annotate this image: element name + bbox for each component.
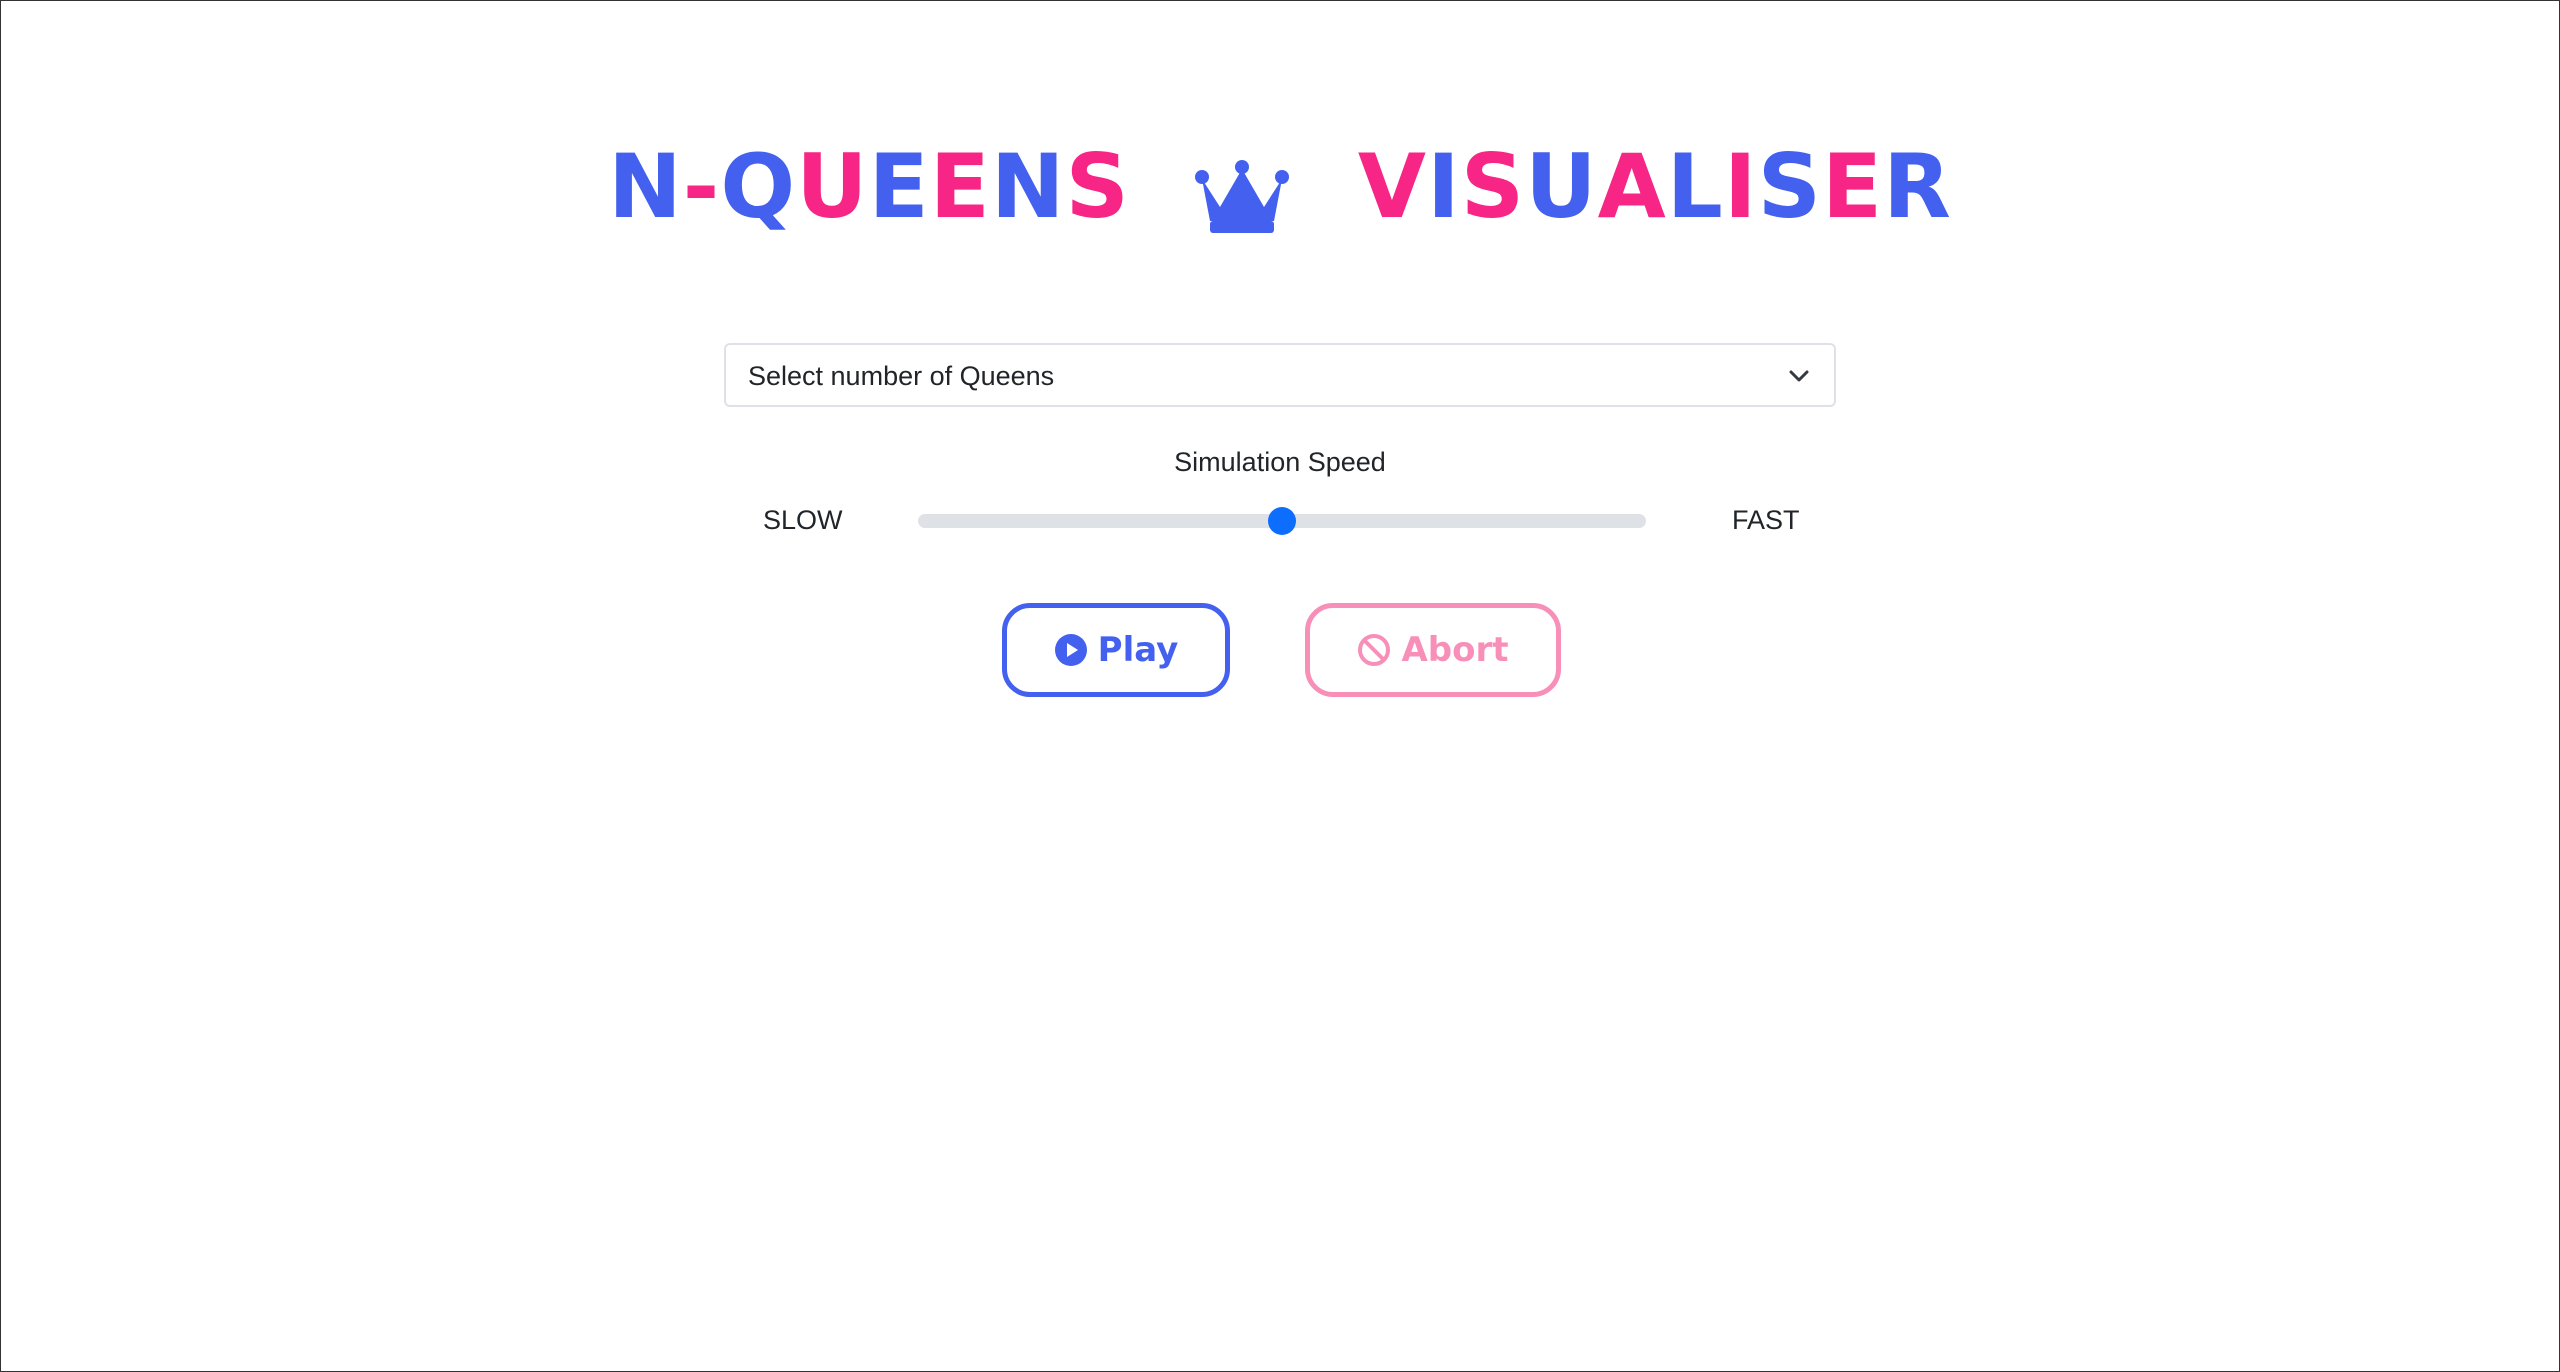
title-letter: N (990, 135, 1066, 239)
play-circle-icon (1054, 633, 1088, 667)
title-letter: E (1821, 135, 1884, 239)
abort-button[interactable]: Abort (1305, 603, 1561, 697)
title-letter: E (868, 135, 930, 239)
speed-label: Simulation Speed (1174, 447, 1386, 477)
crown-icon (1194, 145, 1290, 234)
title-word-visualiser: VISUALISER (1358, 127, 1952, 247)
speed-slider[interactable] (918, 507, 1646, 535)
title-word-n-queens: N-QUEENS (608, 127, 1130, 247)
speed-min-label: SLOW (763, 505, 843, 535)
speed-slider-thumb[interactable] (1268, 507, 1296, 535)
title-letter: I (1723, 135, 1758, 239)
title-letter: U (796, 135, 869, 239)
title-letter: A (1597, 135, 1667, 239)
title-letter: S (1065, 135, 1130, 239)
title-letter: V (1357, 135, 1428, 239)
title-letter: U (1525, 135, 1598, 239)
title-letter: Q (720, 135, 797, 239)
title-letter: I (1427, 135, 1461, 239)
speed-max-label: FAST (1732, 505, 1800, 535)
page-title: N-QUEENS VISUALISER (1, 121, 2559, 247)
queens-select-label: Select number of Queens (748, 361, 1055, 391)
title-letter: E (929, 135, 991, 239)
title-letter: - (682, 135, 721, 239)
title-letter: R (1883, 135, 1952, 239)
ban-icon (1357, 633, 1391, 667)
abort-button-label: Abort (1401, 630, 1509, 670)
title-letter: L (1666, 135, 1724, 239)
play-button-label: Play (1097, 630, 1179, 670)
page: N-QUEENS VISUALISER Select number of Que… (0, 0, 2560, 1372)
title-letter: N (608, 135, 683, 239)
chevron-down-icon (1786, 363, 1812, 389)
play-button[interactable]: Play (1002, 603, 1230, 697)
queens-select[interactable]: Select number of Queens (724, 343, 1836, 407)
title-letter: S (1757, 135, 1822, 239)
title-letter: S (1460, 135, 1526, 239)
